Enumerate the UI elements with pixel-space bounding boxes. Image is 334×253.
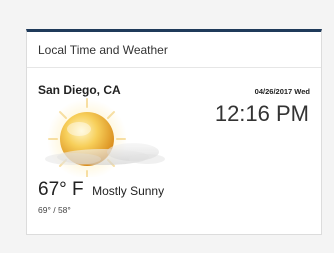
divider: [27, 67, 321, 68]
current-conditions: 67° F Mostly Sunny: [38, 179, 164, 201]
time-label: 12:16 PM: [214, 101, 309, 126]
partly-sunny-icon: [45, 98, 165, 177]
condition-label: Mostly Sunny: [92, 184, 165, 198]
high-low-label: 69° / 58°: [38, 205, 71, 215]
location-label: San Diego, CA: [38, 83, 121, 97]
date-label: 04/26/2017 Wed: [254, 87, 310, 96]
weather-widget: Local Time and Weather San Diego, CA 04/…: [26, 29, 322, 235]
widget-title: Local Time and Weather: [38, 43, 168, 57]
temperature-value: 67° F: [38, 179, 84, 200]
